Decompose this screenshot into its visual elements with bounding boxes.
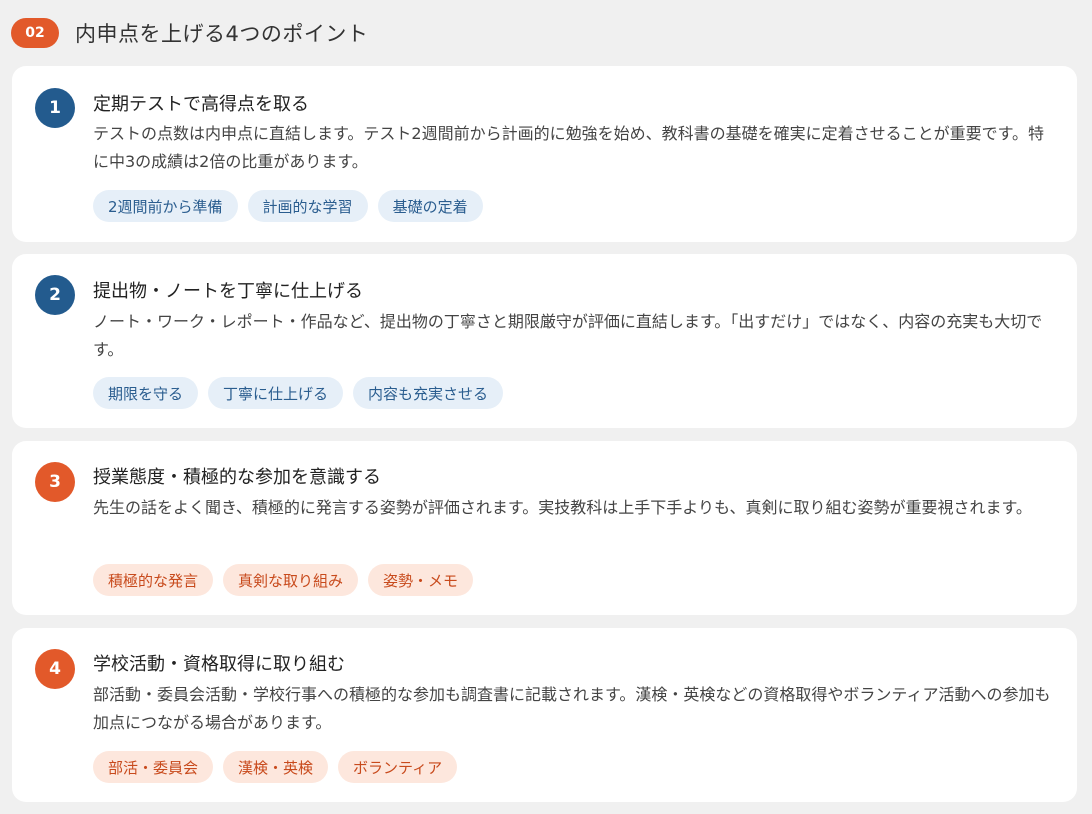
tag-list: 積極的な発言 真剣な取り組み 姿勢・メモ: [93, 564, 474, 596]
tag: 2週間前から準備: [93, 190, 238, 222]
point-title: 学校活動・資格取得に取り組む: [93, 654, 345, 675]
tag: 丁寧に仕上げる: [208, 377, 344, 409]
point-number-badge: 1: [35, 88, 75, 128]
tag: 真剣な取り組み: [223, 564, 359, 596]
section-header: 02 内申点を上げる4つのポイント: [11, 16, 368, 50]
tag-list: 部活・委員会 漢検・英検 ボランティア: [93, 751, 458, 783]
point-title: 授業態度・積極的な参加を意識する: [93, 467, 381, 488]
point-title: 提出物・ノートを丁寧に仕上げる: [93, 281, 363, 302]
point-description: 先生の話をよく聞き、積極的に発言する姿勢が評価されます。実技教科は上手下手よりも…: [93, 498, 1032, 517]
point-card-2: 2 提出物・ノートを丁寧に仕上げる ノート・ワーク・レポート・作品など、提出物の…: [12, 254, 1077, 428]
tag: 計画的な学習: [247, 190, 368, 222]
point-card-1: 1 定期テストで高得点を取る テストの点数は内申点に直結します。テスト2週間前か…: [12, 66, 1077, 242]
section-title: 内申点を上げる4つのポイント: [75, 22, 369, 46]
tag: ボランティア: [338, 751, 458, 783]
point-number-badge: 3: [35, 462, 75, 502]
section-number-badge: 02: [11, 18, 59, 48]
point-description: ノート・ワーク・レポート・作品など、提出物の丁寧さと期限厳守が評価に直結します。…: [93, 312, 1043, 359]
tag: 積極的な発言: [93, 564, 214, 596]
point-number-badge: 2: [35, 275, 75, 315]
tag: 姿勢・メモ: [368, 564, 474, 596]
tag-list: 2週間前から準備 計画的な学習 基礎の定着: [93, 190, 483, 222]
point-title: 定期テストで高得点を取る: [93, 94, 309, 115]
tag-list: 期限を守る 丁寧に仕上げる 内容も充実させる: [93, 377, 504, 409]
point-card-3: 3 授業態度・積極的な参加を意識する 先生の話をよく聞き、積極的に発言する姿勢が…: [12, 441, 1077, 615]
tag: 内容も充実させる: [353, 377, 504, 409]
tag: 基礎の定着: [377, 190, 483, 222]
point-card-4: 4 学校活動・資格取得に取り組む 部活動・委員会活動・学校行事への積極的な参加も…: [12, 628, 1077, 802]
tag: 期限を守る: [93, 377, 199, 409]
point-description: 部活動・委員会活動・学校行事への積極的な参加も調査書に記載されます。漢検・英検な…: [93, 685, 1051, 732]
tag: 漢検・英検: [223, 751, 329, 783]
tag: 部活・委員会: [93, 751, 214, 783]
point-description: テストの点数は内申点に直結します。テスト2週間前から計画的に勉強を始め、教科書の…: [93, 124, 1044, 171]
point-number-badge: 4: [35, 649, 75, 689]
